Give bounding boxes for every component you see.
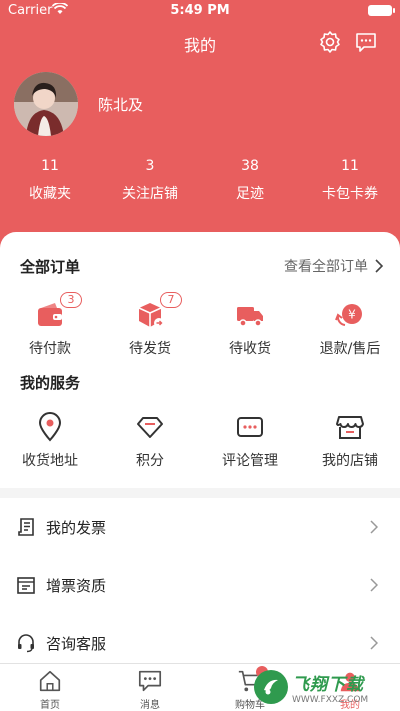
refund-icon: ¥	[335, 304, 362, 326]
service-label: 收货地址	[22, 453, 78, 469]
service-points[interactable]: 积分	[100, 412, 200, 470]
svg-text:¥: ¥	[348, 308, 356, 322]
stat-label: 收藏夹	[29, 186, 71, 202]
order-status-label: 退款/售后	[319, 341, 381, 357]
invoice-icon	[18, 518, 34, 536]
tab-messages[interactable]: 消息	[100, 664, 200, 711]
service-address[interactable]: 收货地址	[0, 412, 100, 470]
watermark-logo: 飞翔下载 WWW.FXXZ.COM	[254, 664, 394, 710]
orders-title: 全部订单	[20, 258, 81, 276]
watermark-emblem-icon	[254, 670, 288, 704]
order-pending-receipt[interactable]: 待收货	[200, 300, 300, 358]
chevron-right-icon	[370, 636, 378, 650]
stat-label: 卡包卡券	[322, 186, 378, 202]
tab-label: 首页	[40, 700, 60, 711]
pending-payment-badge: 3	[60, 292, 82, 308]
order-refund-aftersale[interactable]: ¥ 退款/售后	[300, 300, 400, 358]
stat-followed-stores[interactable]: 3 关注店铺	[100, 155, 200, 211]
stats-bar: 11 收藏夹 3 关注店铺 38 足迹 11 卡包卡券	[0, 155, 400, 211]
menu-item-label: 增票资质	[46, 577, 107, 595]
settings-icon[interactable]	[318, 30, 342, 54]
view-all-label: 查看全部订单	[284, 259, 368, 275]
message-icon[interactable]	[354, 30, 378, 54]
order-pending-shipment[interactable]: 7 待发货	[100, 292, 200, 358]
services-title: 我的服务	[20, 374, 81, 392]
battery-icon	[368, 5, 395, 16]
status-time: 5:49 PM	[170, 3, 230, 18]
stat-count: 3	[145, 158, 155, 174]
order-pending-payment[interactable]: 3 待付款	[0, 292, 100, 358]
service-label: 评论管理	[222, 453, 278, 469]
services-row: 收货地址 积分 评论管理 我的店铺	[0, 412, 400, 470]
settings-menu: 我的发票 增票资质 咨询客服	[0, 498, 400, 672]
order-status-label: 待收货	[229, 341, 271, 357]
chevron-right-icon	[370, 520, 378, 534]
service-my-store[interactable]: 我的店铺	[300, 412, 400, 470]
avatar[interactable]	[14, 72, 78, 136]
chat-icon	[138, 670, 162, 692]
menu-item-vat-qualification[interactable]: 增票资质	[0, 556, 400, 614]
watermark-title: 飞翔下载	[292, 674, 364, 695]
home-icon	[39, 670, 61, 692]
stat-footprints[interactable]: 38 足迹	[200, 155, 300, 211]
store-icon	[336, 416, 364, 439]
stat-favorites[interactable]: 11 收藏夹	[0, 155, 100, 211]
stat-label: 足迹	[236, 186, 264, 202]
order-status-row: 3 待付款 7 待发货 待收货 ¥ 退款/售后	[0, 292, 400, 358]
stat-count: 11	[341, 158, 359, 174]
headset-icon	[18, 634, 34, 653]
location-icon	[38, 412, 62, 442]
stat-label: 关注店铺	[122, 186, 178, 202]
menu-item-invoice[interactable]: 我的发票	[0, 498, 400, 556]
stat-count: 11	[41, 158, 59, 174]
order-status-label: 待发货	[129, 341, 171, 357]
pending-shipment-badge: 7	[160, 292, 182, 308]
vat-invoice-icon	[17, 577, 35, 594]
comment-icon	[237, 417, 263, 437]
truck-icon	[237, 307, 263, 327]
service-comments[interactable]: 评论管理	[200, 412, 300, 470]
diamond-icon	[137, 417, 163, 438]
stat-coupons[interactable]: 11 卡包卡券	[300, 155, 400, 211]
chevron-right-icon	[375, 259, 384, 273]
tab-home[interactable]: 首页	[0, 664, 100, 711]
order-status-label: 待付款	[29, 341, 71, 357]
service-label: 我的店铺	[322, 453, 378, 469]
menu-item-label: 咨询客服	[46, 635, 107, 653]
chevron-right-icon	[370, 578, 378, 592]
status-bar: Carrier 5:49 PM	[0, 0, 400, 22]
menu-item-label: 我的发票	[46, 519, 107, 537]
view-all-orders-link[interactable]: 查看全部订单	[284, 256, 384, 276]
tab-label: 消息	[140, 700, 160, 711]
service-label: 积分	[136, 453, 164, 469]
stat-count: 38	[241, 158, 259, 174]
orders-services-card: 全部订单 查看全部订单 3 待付款 7 待发货 待收货 ¥ 退款/售后 我的服务…	[0, 232, 400, 488]
username[interactable]: 陈北及	[98, 94, 143, 115]
watermark-url: WWW.FXXZ.COM	[292, 694, 369, 705]
title-bar: 我的	[0, 22, 400, 62]
